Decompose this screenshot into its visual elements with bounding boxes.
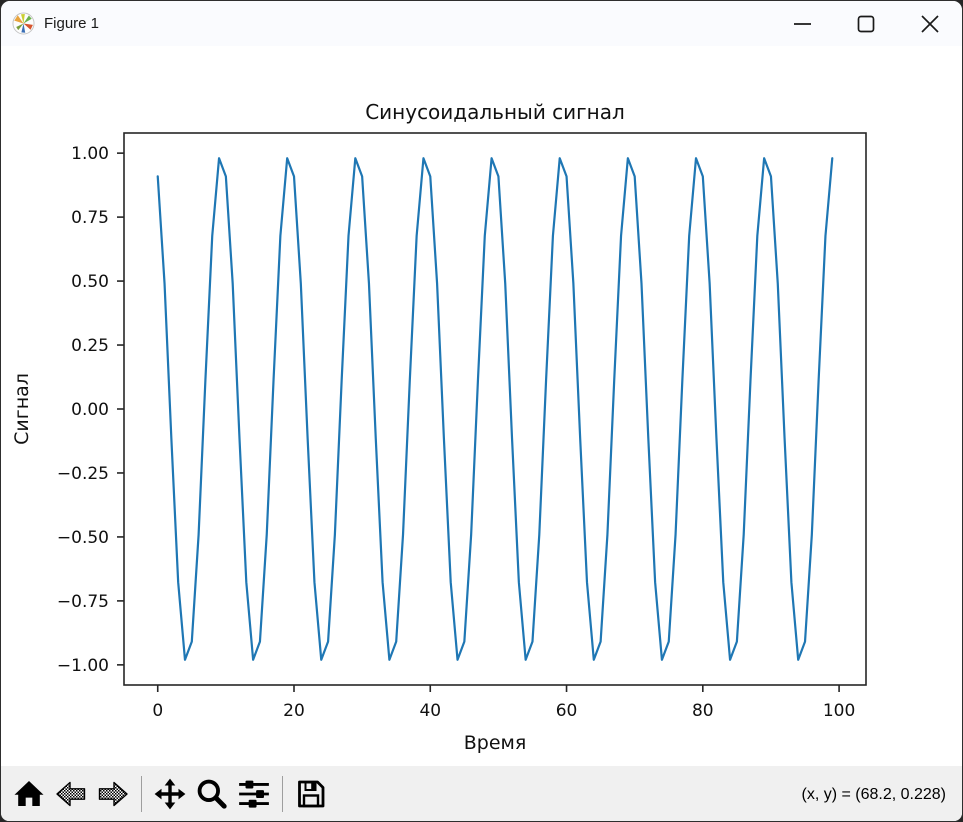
close-button[interactable] — [898, 1, 962, 46]
toolbar-separator — [282, 776, 283, 812]
y-tick-label: −0.50 — [57, 528, 109, 548]
y-tick-label: 1.00 — [71, 144, 109, 164]
y-tick-label: −1.00 — [57, 656, 109, 676]
pan-icon — [152, 777, 188, 811]
y-tick-label: 0.25 — [71, 336, 109, 356]
x-tick-label: 0 — [152, 701, 163, 721]
plot-area[interactable]: 0 20 40 60 80 100 −1.00 −0.75 −0.50 −0.25 0.00 0.2… — [57, 133, 866, 721]
x-tick-label: 40 — [419, 701, 441, 721]
y-tick-label: −0.75 — [57, 592, 109, 612]
sliders-icon — [236, 777, 272, 811]
zoom-rect-button[interactable] — [192, 773, 232, 815]
y-tick-label: 0.75 — [71, 208, 109, 228]
maximize-icon — [856, 14, 876, 34]
x-axis-label: Время — [464, 732, 527, 754]
home-icon — [12, 778, 46, 810]
axes-frame — [124, 133, 866, 685]
y-axis-ticks: −1.00 −0.75 −0.50 −0.25 0.00 0.25 0.50 0.75 1.00 — [57, 144, 124, 676]
matplotlib-logo-icon — [12, 12, 35, 35]
figure-window: Figure 1 Синусоидальный сигнал 0 20 40 60 80… — [0, 0, 963, 822]
y-tick-label: 0.00 — [71, 400, 109, 420]
x-tick-label: 80 — [692, 701, 714, 721]
toolbar-separator — [141, 776, 142, 812]
save-button[interactable] — [291, 773, 331, 815]
magnifier-icon — [194, 777, 230, 811]
plot-title: Синусоидальный сигнал — [365, 100, 625, 124]
x-tick-label: 60 — [556, 701, 578, 721]
forward-icon — [96, 778, 130, 810]
y-tick-label: −0.25 — [57, 464, 109, 484]
back-icon — [54, 778, 88, 810]
minimize-icon — [792, 14, 812, 34]
window-title: Figure 1 — [44, 15, 99, 32]
figure-canvas[interactable]: Синусоидальный сигнал 0 20 40 60 80 100 −1.00… — [1, 46, 962, 766]
close-icon — [919, 13, 941, 35]
home-button[interactable] — [9, 773, 49, 815]
cursor-coordinates: (x, y) = (68.2, 0.228) — [801, 766, 946, 822]
forward-button[interactable] — [93, 773, 133, 815]
y-tick-label: 0.50 — [71, 272, 109, 292]
titlebar[interactable]: Figure 1 — [1, 1, 962, 46]
y-axis-label: Сигнал — [11, 373, 33, 445]
sine-plot[interactable]: Синусоидальный сигнал 0 20 40 60 80 100 −1.00… — [1, 46, 963, 766]
maximize-button[interactable] — [834, 1, 898, 46]
navigation-toolbar: (x, y) = (68.2, 0.228) — [1, 766, 962, 821]
save-icon — [294, 778, 328, 810]
x-tick-label: 20 — [283, 701, 305, 721]
x-axis-ticks: 0 20 40 60 80 100 — [152, 685, 855, 721]
subplots-config-button[interactable] — [234, 773, 274, 815]
minimize-button[interactable] — [770, 1, 834, 46]
x-tick-label: 100 — [823, 701, 855, 721]
back-button[interactable] — [51, 773, 91, 815]
pan-button[interactable] — [150, 773, 190, 815]
